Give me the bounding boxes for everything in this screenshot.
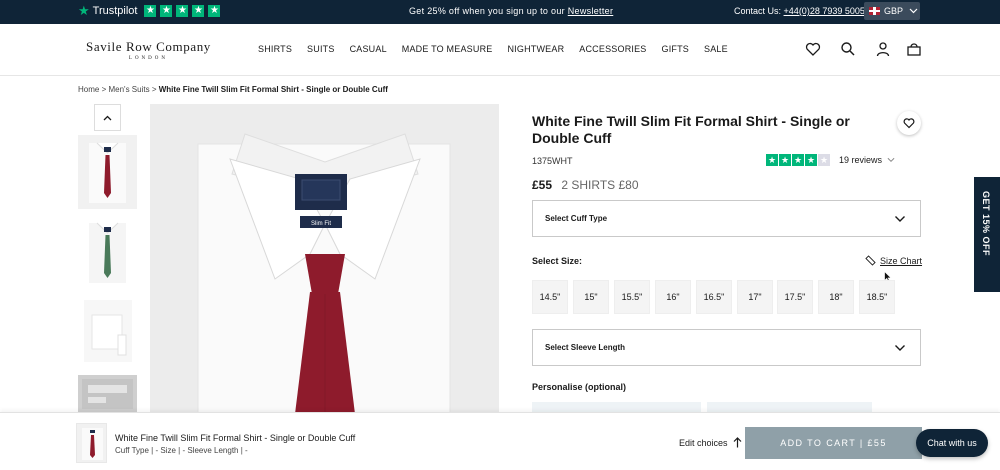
search-icon[interactable] bbox=[840, 41, 856, 57]
size-option[interactable]: 18" bbox=[818, 280, 854, 314]
product-rating[interactable]: ★ ★ ★ ★ ★ 19 reviews bbox=[766, 154, 895, 166]
newsletter-link[interactable]: Newsletter bbox=[568, 6, 614, 16]
star-icon: ★ bbox=[766, 154, 778, 166]
personalise-label: Personalise (optional) bbox=[532, 382, 627, 392]
product-title: White Fine Twill Slim Fit Formal Shirt -… bbox=[532, 113, 850, 146]
star-icon: ★ bbox=[160, 5, 173, 17]
price-value: £55 bbox=[532, 178, 553, 192]
breadcrumb: Home > Men's Suits > White Fine Twill Sl… bbox=[78, 85, 388, 94]
chevron-down-icon bbox=[887, 157, 895, 163]
nav-item-suits[interactable]: SUITS bbox=[307, 44, 335, 54]
sleeve-length-select[interactable]: Select Sleeve Length bbox=[532, 329, 921, 366]
breadcrumb-mens-suits[interactable]: Men's Suits bbox=[108, 85, 149, 94]
breadcrumb-separator: > bbox=[151, 85, 157, 94]
breadcrumb-home[interactable]: Home bbox=[78, 85, 99, 94]
size-option[interactable]: 17" bbox=[737, 280, 773, 314]
currency-label: GBP bbox=[884, 6, 904, 16]
size-option[interactable]: 16.5" bbox=[696, 280, 732, 314]
promo-text: Get 25% off when you sign up to our bbox=[409, 6, 565, 16]
product-sku: 1375WHT bbox=[532, 156, 573, 166]
star-icon: ★ bbox=[208, 5, 221, 17]
thumbnail-cuff[interactable] bbox=[78, 295, 137, 369]
chevron-down-icon bbox=[895, 345, 905, 351]
sticky-product-thumbnail bbox=[76, 423, 107, 463]
thumbnail-scroll-up-button[interactable] bbox=[94, 104, 121, 131]
sticky-add-to-cart-bar: White Fine Twill Slim Fit Formal Shirt -… bbox=[0, 412, 1000, 470]
size-chart-label: Size Chart bbox=[880, 255, 923, 266]
chevron-down-icon bbox=[895, 216, 905, 222]
arrow-up-icon bbox=[733, 437, 741, 448]
product-price: £55 2 SHIRTS £80 bbox=[532, 178, 639, 192]
nav-item-made-to-measure[interactable]: MADE TO MEASURE bbox=[402, 44, 493, 54]
contact-info: Contact Us: +44(0)28 7939 5005 bbox=[734, 6, 865, 16]
currency-selector[interactable]: GBP bbox=[864, 2, 920, 20]
sticky-product-title: White Fine Twill Slim Fit Formal Shirt -… bbox=[115, 433, 356, 443]
slim-fit-label: Slim Fit bbox=[311, 221, 331, 227]
logo-main: Savile Row Company bbox=[86, 39, 211, 54]
heart-icon[interactable] bbox=[805, 41, 821, 57]
size-option[interactable]: 15.5" bbox=[614, 280, 650, 314]
trustpilot-logo-icon: ★ bbox=[78, 3, 90, 18]
add-to-cart-button[interactable]: ADD TO CART | £55 bbox=[745, 427, 922, 459]
size-label: Select Size: bbox=[532, 256, 583, 266]
size-option[interactable]: 18.5" bbox=[859, 280, 895, 314]
site-logo[interactable]: Savile Row Company LONDON bbox=[86, 39, 211, 61]
logo-sub: LONDON bbox=[128, 56, 168, 61]
heart-icon bbox=[903, 118, 915, 129]
cuff-type-placeholder: Select Cuff Type bbox=[545, 214, 608, 223]
size-option[interactable]: 17.5" bbox=[777, 280, 813, 314]
star-icon: ★ bbox=[176, 5, 189, 17]
chevron-down-icon bbox=[909, 7, 918, 16]
bag-icon[interactable] bbox=[906, 41, 922, 57]
discount-side-tab[interactable]: GET 15% OFF bbox=[974, 177, 1000, 292]
contact-phone-link[interactable]: +44(0)28 7939 5005 bbox=[784, 6, 865, 16]
edit-choices-label: Edit choices bbox=[679, 437, 728, 448]
star-empty-icon: ★ bbox=[818, 154, 830, 166]
size-option[interactable]: 15" bbox=[573, 280, 609, 314]
size-chart-link[interactable]: Size Chart bbox=[865, 255, 922, 266]
breadcrumb-separator: > bbox=[101, 85, 107, 94]
uk-flag-icon bbox=[869, 7, 880, 15]
nav-item-gifts[interactable]: GIFTS bbox=[662, 44, 690, 54]
trustpilot-badge[interactable]: ★ Trustpilot ★ ★ ★ ★ ★ bbox=[78, 3, 221, 18]
star-icon: ★ bbox=[779, 154, 791, 166]
product-main-image[interactable]: Slim Fit bbox=[150, 104, 499, 414]
star-icon: ★ bbox=[192, 5, 205, 17]
edit-choices-button[interactable]: Edit choices bbox=[679, 437, 742, 448]
size-option[interactable]: 16" bbox=[655, 280, 691, 314]
breadcrumb-current: White Fine Twill Slim Fit Formal Shirt -… bbox=[158, 85, 388, 94]
nav-item-shirts[interactable]: SHIRTS bbox=[258, 44, 292, 54]
promo-banner: Get 25% off when you sign up to our News… bbox=[409, 6, 613, 16]
reviews-link[interactable]: 19 reviews bbox=[839, 155, 882, 165]
cuff-type-select[interactable]: Select Cuff Type bbox=[532, 200, 921, 237]
thumbnail-size-guide[interactable] bbox=[78, 375, 137, 413]
trustpilot-label: Trustpilot bbox=[92, 5, 138, 17]
thumbnail-green-tie[interactable] bbox=[78, 215, 137, 289]
chat-button[interactable]: Chat with us bbox=[916, 429, 988, 457]
thumbnail-red-tie[interactable] bbox=[78, 135, 137, 209]
nav-item-nightwear[interactable]: NIGHTWEAR bbox=[507, 44, 564, 54]
sleeve-length-placeholder: Select Sleeve Length bbox=[545, 343, 626, 352]
ruler-icon bbox=[865, 255, 876, 266]
chevron-up-icon bbox=[103, 115, 112, 120]
top-bar: ★ Trustpilot ★ ★ ★ ★ ★ Get 25% off when … bbox=[0, 0, 1000, 24]
main-nav: SHIRTS SUITS CASUAL MADE TO MEASURE NIGH… bbox=[258, 44, 743, 54]
nav-item-casual[interactable]: CASUAL bbox=[350, 44, 387, 54]
site-header: Savile Row Company LONDON SHIRTS SUITS C… bbox=[0, 24, 1000, 76]
star-icon: ★ bbox=[792, 154, 804, 166]
star-icon: ★ bbox=[805, 154, 817, 166]
discount-side-tab-label: GET 15% OFF bbox=[981, 191, 991, 257]
multibuy-deal: 2 SHIRTS £80 bbox=[561, 178, 639, 192]
wishlist-button[interactable] bbox=[897, 111, 921, 135]
contact-label: Contact Us: bbox=[734, 6, 782, 16]
sticky-selection-summary: Cuff Type | - Size | - Sleeve Length | - bbox=[115, 446, 248, 455]
star-icon: ★ bbox=[144, 5, 157, 17]
size-option[interactable]: 14.5" bbox=[532, 280, 568, 314]
nav-item-accessories[interactable]: ACCESSORIES bbox=[579, 44, 646, 54]
account-icon[interactable] bbox=[875, 41, 891, 57]
nav-item-sale[interactable]: SALE bbox=[704, 44, 728, 54]
